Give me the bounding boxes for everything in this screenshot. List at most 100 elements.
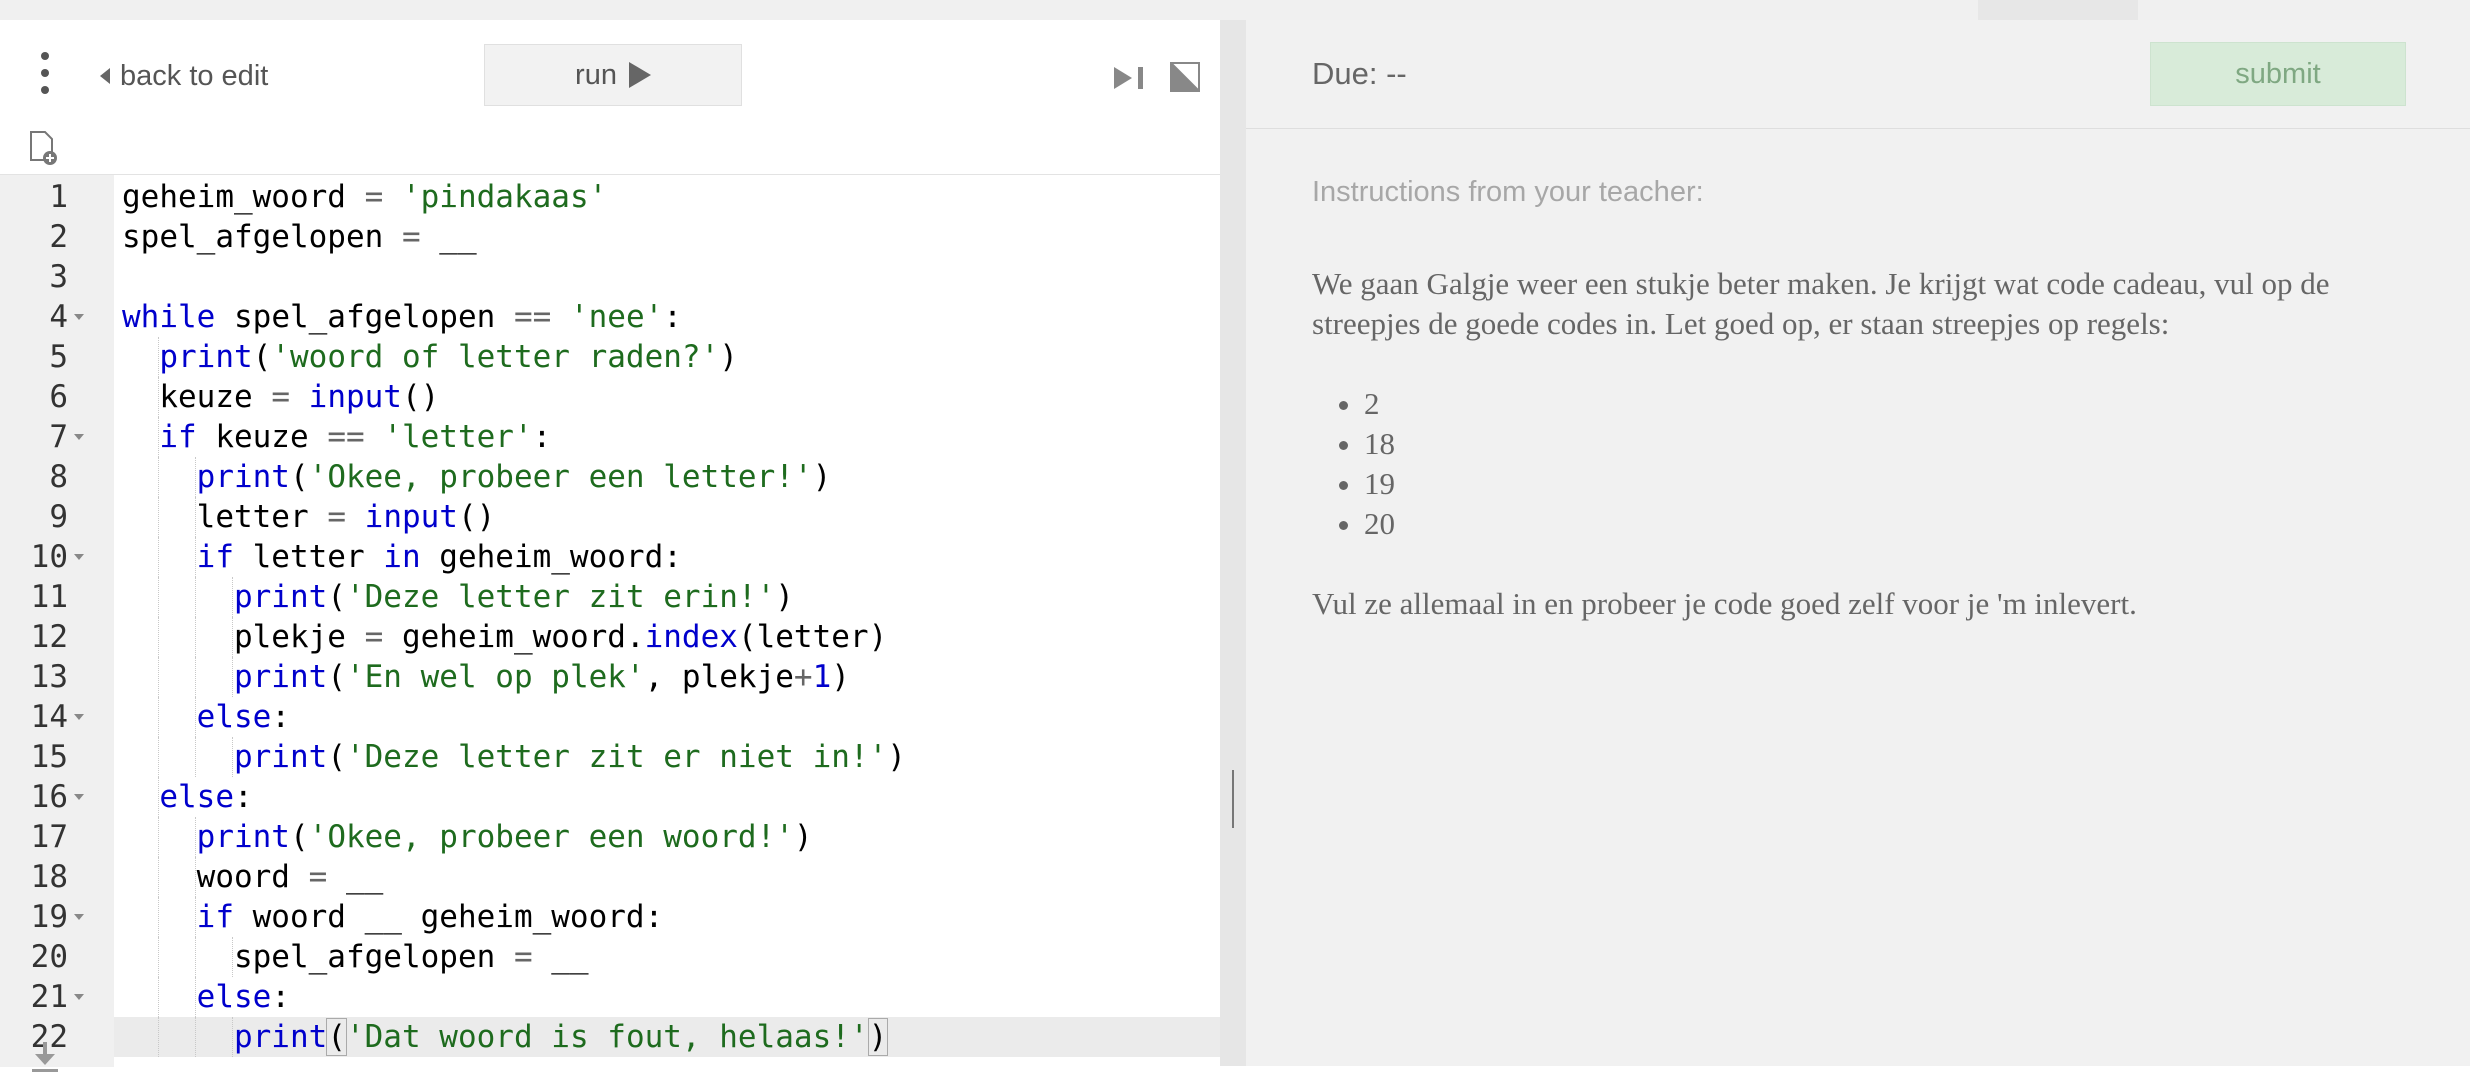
indent-guide (195, 577, 197, 617)
browser-tab[interactable] (1978, 0, 2138, 20)
editor-toolbar: back to edit run (0, 20, 1220, 165)
fold-arrow-icon[interactable] (74, 314, 84, 320)
line-number-gutter: 1 2 3 4 5 6 7 8 9 10 11 12 13 14 15 16 17 18 19 20 21 22 (0, 175, 114, 1067)
due-date: Due: -- (1312, 56, 1407, 91)
submit-button[interactable]: submit (2150, 42, 2406, 106)
indent-guide (195, 977, 197, 1017)
code-line[interactable]: plekje = geheim_woord.index(letter) (122, 617, 887, 657)
instructions-heading: Instructions from your teacher: (1312, 176, 1704, 208)
indent-guide (158, 697, 159, 737)
indent-guide (195, 457, 197, 497)
line-number: 1 (49, 179, 68, 215)
line-number: 14 (30, 699, 68, 735)
indent-guide (195, 937, 197, 977)
code-line[interactable]: if keuze == 'letter': (122, 417, 551, 457)
line-number: 3 (49, 259, 68, 295)
instructions-outro: Vul ze allemaal in en probeer je code go… (1312, 586, 2137, 621)
fold-arrow-icon[interactable] (74, 554, 84, 560)
code-line[interactable]: geheim_woord = 'pindakaas' (122, 177, 607, 217)
line-number: 11 (30, 579, 68, 615)
indent-guide (232, 577, 234, 617)
line-number: 10 (30, 539, 68, 575)
code-line[interactable]: print('En wel op plek', plekje+1) (122, 657, 850, 697)
line-number: 19 (30, 899, 68, 935)
line-number: 9 (49, 499, 68, 535)
resize-grip (1232, 770, 1234, 828)
indent-guide (195, 1017, 197, 1057)
code-area[interactable]: geheim_woord = 'pindakaas' spel_afgelopen… (114, 175, 1220, 1067)
new-file-icon[interactable] (28, 130, 58, 166)
download-icon[interactable] (30, 1040, 60, 1074)
line-number: 5 (49, 339, 68, 375)
list-item: 18 (1364, 424, 1395, 464)
code-line[interactable]: keuze = input() (122, 377, 439, 417)
indent-guide (158, 457, 159, 497)
fold-arrow-icon[interactable] (74, 794, 84, 800)
back-to-edit-button[interactable]: back to edit (100, 56, 268, 96)
line-number: 6 (49, 379, 68, 415)
list-item: 20 (1364, 504, 1395, 544)
indent-guide (195, 817, 197, 857)
step-icon[interactable] (1112, 64, 1148, 92)
code-line[interactable]: spel_afgelopen = __ (122, 937, 589, 977)
line-number: 20 (30, 939, 68, 975)
code-line[interactable]: print('Okee, probeer een woord!') (122, 817, 813, 857)
code-line[interactable]: print('Deze letter zit erin!') (122, 577, 794, 617)
code-line[interactable]: if woord __ geheim_woord: (122, 897, 664, 937)
pane-resize-handle[interactable] (1220, 20, 1246, 1066)
indent-guide (158, 1017, 159, 1057)
fullscreen-icon[interactable] (1170, 62, 1200, 92)
run-button[interactable]: run (484, 44, 742, 106)
fold-arrow-icon[interactable] (74, 714, 84, 720)
line-number: 7 (49, 419, 68, 455)
indent-guide (158, 337, 159, 377)
browser-tab-strip (0, 0, 2470, 20)
indent-guide (158, 537, 159, 577)
indent-guide (158, 737, 159, 777)
code-line[interactable]: print('woord of letter raden?') (122, 337, 738, 377)
code-line[interactable]: print('Dat woord is fout, helaas!') (122, 1017, 889, 1057)
code-line[interactable]: else: (122, 697, 290, 737)
indent-guide (158, 777, 159, 817)
line-number: 4 (49, 299, 68, 335)
line-number: 8 (49, 459, 68, 495)
line-number: 2 (49, 219, 68, 255)
code-line[interactable]: print('Okee, probeer een letter!') (122, 457, 832, 497)
code-line[interactable]: while spel_afgelopen == 'nee': (122, 297, 682, 337)
fold-arrow-icon[interactable] (74, 434, 84, 440)
code-line[interactable]: else: (122, 777, 252, 817)
fold-arrow-icon[interactable] (74, 994, 84, 1000)
indent-guide (158, 377, 159, 417)
code-line[interactable]: if letter in geheim_woord: (122, 537, 682, 577)
indent-guide (158, 417, 159, 457)
line-number: 15 (30, 739, 68, 775)
assignment-header: Due: -- submit (1246, 20, 2470, 129)
play-icon (628, 62, 651, 88)
more-vert-icon[interactable] (30, 50, 60, 96)
code-editor[interactable]: 1 2 3 4 5 6 7 8 9 10 11 12 13 14 15 16 17 18 19 20 21 22 gehe… (0, 174, 1220, 1067)
caret-left-icon (100, 68, 110, 84)
back-to-edit-label: back to edit (120, 59, 269, 92)
indent-guide (195, 857, 197, 897)
indent-guide (232, 937, 234, 977)
code-line[interactable]: spel_afgelopen = __ (122, 217, 477, 257)
indent-guide (195, 737, 197, 777)
instructions-intro: We gaan Galgje weer een stukje beter mak… (1312, 266, 2330, 341)
list-item: 2 (1364, 384, 1395, 424)
line-list: 2181920 (1312, 384, 1395, 544)
indent-guide (158, 937, 159, 977)
fold-arrow-icon[interactable] (74, 914, 84, 920)
indent-guide (158, 897, 159, 937)
editor-pane: back to edit run 1 2 3 4 5 6 7 8 9 10 11 12 13 14 15 16… (0, 20, 1220, 1072)
code-line[interactable]: letter = input() (122, 497, 496, 537)
line-number: 13 (30, 659, 68, 695)
indent-guide (195, 497, 197, 537)
line-number: 21 (30, 979, 68, 1015)
code-line[interactable]: woord = __ (122, 857, 384, 897)
code-line[interactable]: print('Deze letter zit er niet in!') (122, 737, 906, 777)
line-number: 17 (30, 819, 68, 855)
indent-guide (195, 897, 197, 937)
code-line[interactable]: else: (122, 977, 290, 1017)
indent-guide (158, 577, 159, 617)
indent-guide (158, 497, 159, 537)
